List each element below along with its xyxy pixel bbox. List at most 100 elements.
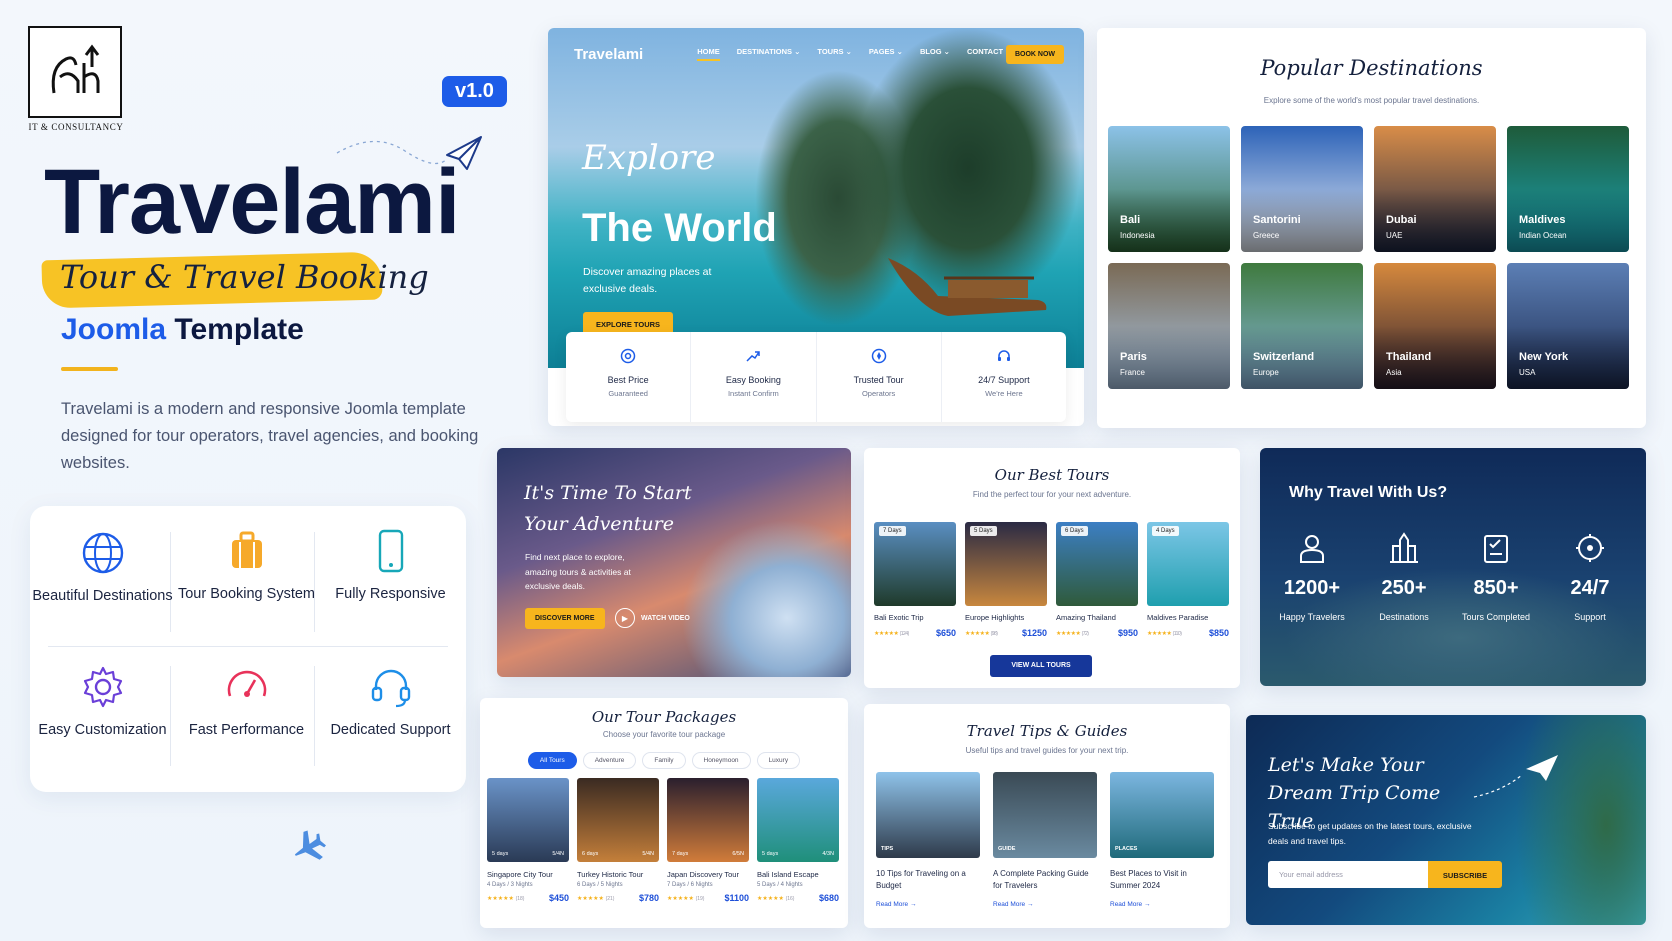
headset-icon: [371, 669, 410, 708]
platform-name: Joomla: [61, 313, 167, 346]
review-count: (110): [1172, 630, 1182, 637]
tip-title: A Complete Packing Guide for Travelers: [993, 869, 1089, 890]
tour-price: $1250: [1021, 628, 1047, 638]
feature-label: Dedicated Support: [330, 722, 451, 738]
package-price: $680: [818, 893, 839, 903]
brand-title: Travelami: [44, 151, 461, 253]
tour-image: 5 Days: [965, 522, 1047, 606]
package-name: Bali Island Escape: [757, 870, 819, 879]
section-title: Our Tour Packages: [591, 708, 737, 726]
destination-card[interactable]: Paris France: [1108, 263, 1230, 389]
tour-price: $850: [1208, 628, 1229, 638]
filter-family[interactable]: Family: [642, 752, 686, 769]
package-name: Singapore City Tour: [487, 870, 553, 879]
tip-card[interactable]: GUIDE A Complete Packing Guide for Travel…: [993, 772, 1097, 908]
duration-badge: 6 Days: [1061, 526, 1088, 536]
package-price: $780: [638, 893, 659, 903]
destination-card[interactable]: Bali Indonesia: [1108, 126, 1230, 252]
filter-adventure[interactable]: Adventure: [582, 752, 637, 769]
destination-card[interactable]: Santorini Greece: [1241, 126, 1363, 252]
tip-image: PLACES: [1110, 772, 1214, 858]
read-more-link[interactable]: Read More →: [1110, 901, 1214, 908]
perk-best-price: Best Price Guaranteed: [566, 332, 692, 422]
package-filters: All Tours Adventure Family Honeymoon Lux…: [480, 752, 848, 769]
logo-mark-icon: [51, 44, 100, 94]
tour-card[interactable]: 6 Days Amazing Thailand ★★★★★ (72) $950: [1056, 522, 1138, 638]
nav-home[interactable]: HOME: [697, 47, 720, 61]
tip-card[interactable]: TIPS 10 Tips for Traveling on a Budget Rea…: [876, 772, 980, 908]
destination-card[interactable]: Switzerland Europe: [1241, 263, 1363, 389]
stat-support: 24/7 Support: [1544, 532, 1636, 622]
feature-booking: Tour Booking System: [174, 528, 319, 604]
subscribe-button[interactable]: SUBSCRIBE: [1428, 861, 1502, 888]
email-input[interactable]: Your email address: [1268, 861, 1428, 888]
rating-stars: ★★★★★ (16): [757, 895, 795, 902]
read-more-link[interactable]: Read More →: [993, 901, 1097, 908]
tour-meta: ★★★★★ (98) $1250: [965, 628, 1047, 638]
tour-meta: ★★★★★ (72) $950: [1056, 628, 1138, 638]
package-card[interactable]: 7 days 6/5N Japan Discovery Tour 7 Days / 6…: [667, 778, 749, 903]
tour-card[interactable]: 5 Days Europe Highlights ★★★★★ (98) $1250: [965, 522, 1047, 638]
nav-blog[interactable]: BLOG ⌄: [920, 47, 950, 61]
filter-honeymoon[interactable]: Honeymoon: [691, 752, 751, 769]
package-card[interactable]: 6 days 5/4N Turkey Historic Tour 6 Days / 5…: [577, 778, 659, 903]
destination-card[interactable]: New York USA: [1507, 263, 1629, 389]
suitcase-icon: [231, 531, 262, 568]
nav-pages[interactable]: PAGES ⌄: [869, 47, 903, 61]
hero-preview: Travelami HOME DESTINATIONS ⌄ TOURS ⌄ PA…: [548, 28, 1084, 426]
view-all-tours-button[interactable]: VIEW ALL TOURS: [990, 655, 1092, 677]
nav-contact[interactable]: CONTACT: [967, 47, 1003, 61]
tour-packages-preview: Our Tour Packages Choose your favorite t…: [480, 698, 848, 928]
nav-destinations[interactable]: DESTINATIONS ⌄: [737, 47, 801, 61]
why-travel-preview: Why Travel With Us? 1200+ Happy Traveler…: [1260, 448, 1646, 686]
tour-name: Bali Exotic Trip: [874, 613, 924, 622]
destination-name: New York: [1519, 351, 1569, 363]
feature-destinations: Beautiful Destinations: [30, 530, 175, 606]
tour-price: $650: [935, 628, 956, 638]
perk-easy-booking: Easy Booking Instant Confirm: [691, 332, 817, 422]
filter-all-tours[interactable]: All Tours: [527, 752, 577, 769]
destination-country: Indian Ocean: [1519, 231, 1567, 240]
filter-luxury[interactable]: Luxury: [756, 752, 801, 769]
watch-video-button[interactable]: ▶ WATCH VIDEO: [615, 608, 690, 628]
package-duration: 6 Days / 5 Nights: [577, 882, 623, 888]
tour-card[interactable]: 4 Days Maldives Paradise ★★★★★ (110) $850: [1147, 522, 1229, 638]
tour-name: Europe Highlights: [965, 613, 1025, 622]
tour-image: 6 Days: [1056, 522, 1138, 606]
perk-title: Best Price: [607, 375, 649, 385]
read-more-link[interactable]: Read More →: [876, 901, 980, 908]
package-image-meta: 5 days 5/4N: [492, 851, 564, 857]
stat-label: Support: [1574, 612, 1606, 622]
tour-card[interactable]: 7 Days Bali Exotic Trip ★★★★★ (124) $650: [874, 522, 956, 638]
hero-logo[interactable]: Travelami: [574, 46, 643, 63]
nav-tours[interactable]: TOURS ⌄: [817, 47, 851, 61]
discover-more-button[interactable]: DISCOVER MORE: [525, 608, 605, 629]
duration-badge: 4 Days: [1152, 526, 1179, 536]
feature-label: Fast Performance: [188, 722, 305, 738]
review-count: (98): [990, 630, 998, 637]
package-image: 5 days 4/3N: [757, 778, 839, 862]
destination-card[interactable]: Maldives Indian Ocean: [1507, 126, 1629, 252]
rating-stars: ★★★★★ (110): [1147, 630, 1182, 637]
package-card[interactable]: 5 days 4/3N Bali Island Escape 5 Days / 4 N…: [757, 778, 839, 903]
destination-card[interactable]: Dubai UAE: [1374, 126, 1496, 252]
checklist-icon: [1484, 535, 1508, 563]
hero-title-main: The World: [582, 206, 777, 250]
package-days: 6 days: [582, 851, 599, 857]
destination-country: Indonesia: [1120, 231, 1155, 240]
review-count: (72): [1081, 630, 1089, 637]
package-days: 5 days: [762, 851, 779, 857]
trend-up-icon: [746, 351, 761, 362]
destination-country: France: [1120, 368, 1145, 377]
play-icon: ▶: [615, 608, 635, 628]
destination-card[interactable]: Thailand Asia: [1374, 263, 1496, 389]
tour-name: Amazing Thailand: [1056, 613, 1116, 622]
rating-stars: ★★★★★ (19): [667, 895, 705, 902]
book-now-button[interactable]: BOOK NOW: [1005, 44, 1064, 64]
tip-card[interactable]: PLACES Best Places to Visit in Summer 202…: [1110, 772, 1214, 908]
section-subtitle: Choose your favorite tour package: [602, 730, 726, 739]
company-logo: [28, 26, 122, 118]
review-count: (21): [605, 895, 615, 902]
package-card[interactable]: 5 days 5/4N Singapore City Tour 4 Days / 3 …: [487, 778, 569, 903]
best-tours-preview: Our Best Tours Find the perfect tour for…: [864, 448, 1240, 688]
